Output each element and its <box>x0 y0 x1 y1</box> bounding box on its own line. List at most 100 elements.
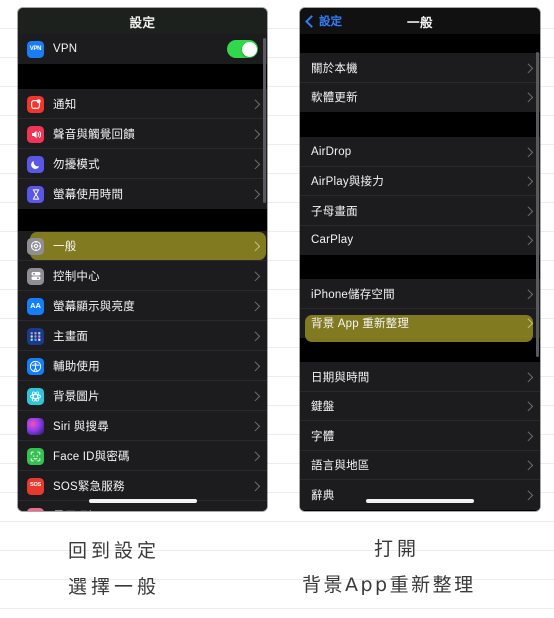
chevron-right-icon <box>523 206 533 216</box>
chevron-right-icon <box>523 401 533 411</box>
notifications-icon <box>27 95 44 113</box>
chevron-right-icon <box>523 147 533 157</box>
settings-row-display-brightness[interactable]: AA 螢幕顯示與亮度 <box>18 291 267 321</box>
general-row-software-update[interactable]: 軟體更新 <box>300 82 540 112</box>
group-separator <box>300 112 540 137</box>
group-separator <box>18 209 267 231</box>
general-row-keyboard[interactable]: 鍵盤 <box>300 391 540 421</box>
settings-row-label: 背景圖片 <box>53 391 100 403</box>
chevron-right-icon <box>250 361 260 371</box>
chevron-right-icon <box>250 481 260 491</box>
general-row-picture-in-picture[interactable]: 子母畫面 <box>300 196 540 226</box>
settings-row-label: 螢幕顯示與亮度 <box>53 301 135 313</box>
settings-row-label: Siri 與搜尋 <box>53 421 109 433</box>
group-separator <box>300 255 540 279</box>
general-row-label: 子母畫面 <box>311 205 358 218</box>
chevron-right-icon <box>523 372 533 382</box>
general-row-airplay-handoff[interactable]: AirPlay與接力 <box>300 166 540 196</box>
right-group-storage: iPhone儲存空間 背景 App 重新整理 <box>300 279 540 338</box>
general-row-about[interactable]: 關於本機 <box>300 53 540 83</box>
left-phone-screenshot: 設定 VPN VPN 通知 聲音與觸覺回饋 勿擾模式 螢幕使用時間 一般 控制中… <box>18 8 267 511</box>
general-row-label: 背景 App 重新整理 <box>311 318 410 331</box>
settings-row-general[interactable]: 一般 <box>18 231 267 261</box>
general-row-airdrop[interactable]: AirDrop <box>300 137 540 167</box>
do-not-disturb-icon <box>27 155 44 173</box>
settings-row-wallpaper[interactable]: 背景圖片 <box>18 381 267 411</box>
general-row-label: iPhone儲存空間 <box>311 288 395 301</box>
right-scrollbar[interactable] <box>536 52 539 357</box>
general-row-carplay[interactable]: CarPlay <box>300 225 540 255</box>
chevron-right-icon <box>523 460 533 470</box>
chevron-right-icon <box>250 391 260 401</box>
chevron-left-icon <box>305 14 318 28</box>
right-phone-screenshot: 設定 一般 關於本機 軟體更新 AirDrop AirPlay與接力 子母畫面 … <box>300 8 540 511</box>
settings-row-label: SOS緊急服務 <box>53 481 125 493</box>
left-settings-list[interactable]: VPN VPN 通知 聲音與觸覺回饋 勿擾模式 螢幕使用時間 一般 控制中心 A… <box>18 34 267 511</box>
chevron-right-icon <box>523 176 533 186</box>
settings-row-label: 聲音與觸覺回饋 <box>53 129 135 141</box>
settings-row-face-id[interactable]: Face ID與密碼 <box>18 441 267 471</box>
group-separator <box>300 338 540 362</box>
settings-row-label: VPN <box>53 43 78 55</box>
chevron-right-icon <box>523 431 533 441</box>
vpn-toggle[interactable] <box>227 40 258 58</box>
settings-row-do-not-disturb[interactable]: 勿擾模式 <box>18 149 267 179</box>
siri-search-icon <box>27 417 44 435</box>
chevron-right-icon <box>250 129 260 139</box>
home-screen-icon <box>27 327 44 345</box>
chevron-right-icon <box>250 241 260 251</box>
general-row-label: 鍵盤 <box>311 401 335 414</box>
annotation-right-line1: 打開 <box>374 538 421 560</box>
settings-row-sounds[interactable]: 聲音與觸覺回饋 <box>18 119 267 149</box>
right-navbar: 設定 一般 <box>300 8 540 34</box>
settings-row-accessibility[interactable]: 輔助使用 <box>18 351 267 381</box>
left-group-notifications: 通知 聲音與觸覺回饋 勿擾模式 螢幕使用時間 <box>18 89 267 209</box>
settings-row-vpn[interactable]: VPN VPN <box>18 34 267 64</box>
general-row-label: 軟體更新 <box>311 92 358 105</box>
general-gear-icon <box>27 237 44 255</box>
right-group-locale: 日期與時間 鍵盤 字體 語言與地區 辭典 <box>300 362 540 510</box>
chevron-right-icon <box>250 271 260 281</box>
settings-row-home-screen[interactable]: 主畫面 <box>18 321 267 351</box>
left-group-general: 一般 控制中心 AA 螢幕顯示與亮度 主畫面 輔助使用 背景圖片 Siri 與搜… <box>18 231 267 511</box>
chevron-right-icon <box>250 451 260 461</box>
general-row-iphone-storage[interactable]: iPhone儲存空間 <box>300 279 540 309</box>
home-indicator <box>366 499 474 503</box>
settings-row-siri-search[interactable]: Siri 與搜尋 <box>18 411 267 441</box>
back-to-settings-button[interactable]: 設定 <box>305 13 342 29</box>
home-indicator <box>88 499 197 503</box>
left-scrollbar[interactable] <box>263 38 266 203</box>
general-row-label: 日期與時間 <box>311 371 370 384</box>
general-row-background-app-refresh[interactable]: 背景 App 重新整理 <box>300 308 540 338</box>
general-row-label: 字體 <box>311 430 335 443</box>
annotation-left-line1: 回到設定 <box>68 540 161 562</box>
settings-row-emergency-sos[interactable]: SOS SOS緊急服務 <box>18 471 267 501</box>
settings-row-notifications[interactable]: 通知 <box>18 89 267 119</box>
settings-row-label: 通知 <box>53 99 77 111</box>
general-row-label: CarPlay <box>311 234 354 247</box>
left-navbar-title: 設定 <box>129 15 156 30</box>
general-row-fonts[interactable]: 字體 <box>300 421 540 451</box>
chevron-right-icon <box>250 99 260 109</box>
screen-time-icon <box>27 185 44 203</box>
settings-row-label: 螢幕使用時間 <box>53 189 124 201</box>
annotation-right-line2: 背景App重新整理 <box>302 574 476 596</box>
right-group-connectivity: AirDrop AirPlay與接力 子母畫面 CarPlay <box>300 137 540 255</box>
right-general-list[interactable]: 關於本機 軟體更新 AirDrop AirPlay與接力 子母畫面 CarPla… <box>300 34 540 511</box>
settings-row-label: 主畫面 <box>53 331 89 343</box>
chevron-right-icon <box>523 235 533 245</box>
general-row-date-time[interactable]: 日期與時間 <box>300 362 540 392</box>
settings-row-control-center[interactable]: 控制中心 <box>18 261 267 291</box>
general-row-label: AirPlay與接力 <box>311 176 384 189</box>
settings-row-label: 一般 <box>53 241 77 253</box>
face-id-icon <box>27 447 44 465</box>
group-separator <box>300 34 540 53</box>
chevron-right-icon <box>250 189 260 199</box>
sounds-haptics-icon <box>27 125 44 143</box>
chevron-right-icon <box>250 159 260 169</box>
settings-row-screen-time[interactable]: 螢幕使用時間 <box>18 179 267 209</box>
general-row-language-region[interactable]: 語言與地區 <box>300 450 540 480</box>
general-row-label: AirDrop <box>311 145 352 158</box>
general-row-dictionary[interactable]: 辭典 <box>300 480 540 510</box>
right-navbar-title: 一般 <box>406 15 433 30</box>
